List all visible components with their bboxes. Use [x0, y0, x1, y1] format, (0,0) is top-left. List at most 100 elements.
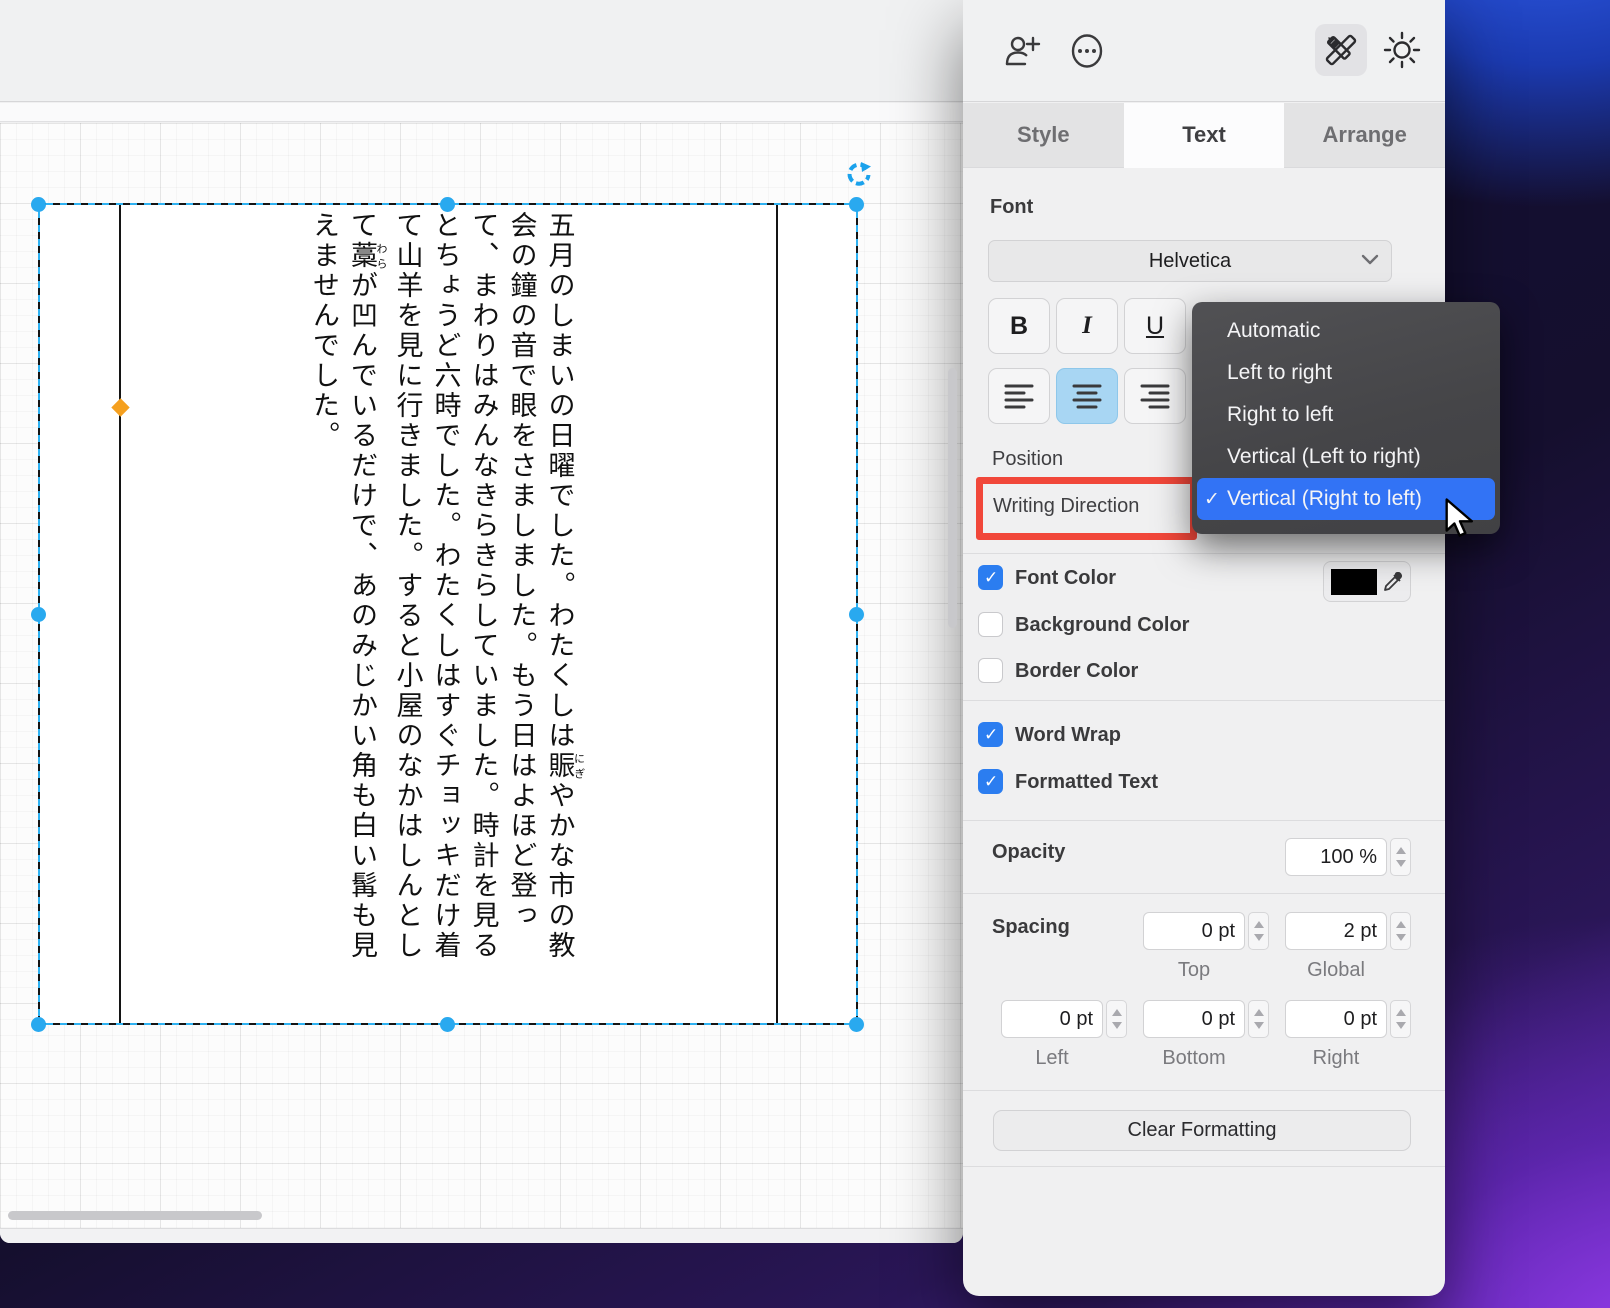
spacing-stepper[interactable] [1390, 1000, 1411, 1038]
inspector-toolbar [963, 0, 1445, 102]
background-color-label: Background Color [1015, 614, 1189, 637]
document-bottom-bar [0, 1228, 963, 1243]
text-column: 五月のしまいの日曜でした。わたくしは賑にぎやかな市の教 [540, 211, 586, 1023]
spacing-field: 0 pt Top [1143, 912, 1245, 982]
spacing-caption: Right [1285, 1047, 1387, 1070]
spacing-field: 0 pt Left [1001, 1000, 1103, 1070]
spacing-input[interactable]: 0 pt [1143, 1000, 1245, 1038]
rotate-handle-icon[interactable] [845, 161, 873, 194]
background-color-checkbox[interactable] [978, 612, 1003, 637]
tab[interactable]: Style [963, 103, 1124, 168]
add-person-button[interactable] [1001, 29, 1045, 73]
spacing-stepper[interactable] [1106, 1000, 1127, 1038]
spacing-caption: Left [1001, 1047, 1103, 1070]
text-column: とちょうど六時でした。わたくしはすぐチョッキだけ着 [426, 211, 464, 1023]
writing-direction-menu-item[interactable]: Automatic [1197, 310, 1495, 352]
font-color-swatch-button[interactable] [1323, 561, 1411, 602]
spacing-stepper[interactable] [1248, 912, 1269, 950]
align-right-icon [1140, 383, 1170, 409]
writing-direction-menu-item[interactable]: Left to right [1197, 352, 1495, 394]
spacing-input[interactable]: 0 pt [1285, 1000, 1387, 1038]
formatted-text-label: Formatted Text [1015, 771, 1158, 794]
border-color-label: Border Color [1015, 660, 1138, 683]
text-column: て藁わらが凹んでいるだけで、あのみじかい角も白い髯も見 [342, 211, 388, 1023]
opacity-input[interactable]: 100 % [1285, 838, 1387, 876]
canvas-header-strip [0, 103, 963, 122]
bold-button[interactable]: B [988, 298, 1050, 354]
spacing-caption: Bottom [1143, 1047, 1245, 1070]
writing-direction-highlight [976, 477, 1197, 540]
align-left-icon [1004, 383, 1034, 409]
font-color-label: Font Color [1015, 567, 1116, 590]
text-column: て、まわりはみんなきらきらしていました。時計を見る [464, 211, 502, 1023]
resize-handle-bottom-center[interactable] [440, 1017, 455, 1032]
spacing-input[interactable]: 0 pt [1001, 1000, 1103, 1038]
tab[interactable]: Text [1124, 103, 1285, 168]
formatted-text-checkbox[interactable] [978, 769, 1003, 794]
font-family-select[interactable]: Helvetica [988, 240, 1392, 282]
align-right-button[interactable] [1124, 368, 1186, 424]
appearance-sun-icon [1381, 29, 1423, 71]
spacing-field: 2 pt Global [1285, 912, 1387, 982]
style-tools-button[interactable] [1315, 24, 1367, 76]
font-family-value: Helvetica [1149, 250, 1231, 273]
spacing-field: 0 pt Bottom [1143, 1000, 1245, 1070]
menu-item-label: Vertical (Left to right) [1227, 445, 1421, 469]
resize-handle-bottom-right[interactable] [849, 1017, 864, 1032]
spacing-row-2: 0 pt Left 0 pt Bottom 0 pt Right [1001, 1000, 1387, 1070]
word-wrap-checkbox[interactable] [978, 722, 1003, 747]
opacity-stepper[interactable] [1390, 838, 1411, 876]
resize-handle-top-center[interactable] [440, 197, 455, 212]
more-ellipsis-icon [1067, 31, 1107, 71]
text-column: て山羊を見に行きました。すると小屋のなかはしんとし [388, 211, 426, 1023]
underline-button[interactable]: U [1124, 298, 1186, 354]
more-options-button[interactable] [1065, 29, 1109, 73]
resize-handle-top-left[interactable] [31, 197, 46, 212]
italic-button[interactable]: I [1056, 298, 1118, 354]
spacing-stepper[interactable] [1390, 912, 1411, 950]
position-label: Position [992, 448, 1063, 471]
font-color-checkbox[interactable] [978, 565, 1003, 590]
spacing-field: 0 pt Right [1285, 1000, 1387, 1070]
writing-direction-menu-item[interactable]: Vertical (Left to right) [1197, 436, 1495, 478]
spacing-label: Spacing [992, 916, 1070, 939]
resize-handle-bottom-left[interactable] [31, 1017, 46, 1032]
resize-handle-middle-left[interactable] [31, 607, 46, 622]
font-color-swatch [1331, 569, 1377, 595]
align-center-button[interactable] [1056, 368, 1118, 424]
spacing-stepper[interactable] [1248, 1000, 1269, 1038]
canvas[interactable]: 五月のしまいの日曜でした。わたくしは賑にぎやかな市の教会の鐘の音で眼をさましまし… [0, 123, 963, 1228]
spacing-row-1: 0 pt Top 2 pt Global [1143, 912, 1387, 982]
resize-handle-middle-right[interactable] [849, 607, 864, 622]
document-toolbar [0, 0, 963, 102]
writing-direction-menu-item[interactable]: Right to left [1197, 394, 1495, 436]
menu-item-label: Automatic [1227, 319, 1320, 343]
spacing-input[interactable]: 2 pt [1285, 912, 1387, 950]
horizontal-scrollbar[interactable] [8, 1211, 262, 1220]
resize-handle-top-right[interactable] [849, 197, 864, 212]
tab[interactable]: Arrange [1284, 103, 1445, 168]
text-column: 会の鐘の音で眼をさましました。もう日はよほど登っ [502, 211, 540, 1023]
opacity-label: Opacity [992, 841, 1065, 864]
left-line-shape[interactable] [119, 204, 121, 1024]
align-center-icon [1072, 383, 1102, 409]
eyedropper-icon [1383, 572, 1403, 592]
spacing-caption: Top [1143, 959, 1245, 982]
vertical-text-block[interactable]: 五月のしまいの日曜でした。わたくしは賑にぎやかな市の教会の鐘の音で眼をさましまし… [317, 211, 585, 1023]
appearance-button[interactable] [1379, 27, 1425, 73]
style-tools-icon [1321, 30, 1361, 70]
vertical-scrollbar[interactable] [948, 368, 957, 628]
menu-item-label: Vertical (Right to left) [1227, 487, 1422, 511]
clear-formatting-button[interactable]: Clear Formatting [993, 1110, 1411, 1151]
text-column: えませんでした。 [304, 211, 342, 1023]
mouse-cursor [1443, 498, 1477, 543]
border-color-checkbox[interactable] [978, 658, 1003, 683]
align-left-button[interactable] [988, 368, 1050, 424]
document-window: 五月のしまいの日曜でした。わたくしは賑にぎやかな市の教会の鐘の音で眼をさましまし… [0, 0, 963, 1243]
word-wrap-label: Word Wrap [1015, 724, 1121, 747]
spacing-caption: Global [1285, 959, 1387, 982]
spacing-input[interactable]: 0 pt [1143, 912, 1245, 950]
inspector-panel: StyleTextArrange Font Helvetica B I U [963, 0, 1445, 1296]
inspector-tabs: StyleTextArrange [963, 103, 1445, 168]
right-line-shape[interactable] [776, 204, 778, 1024]
